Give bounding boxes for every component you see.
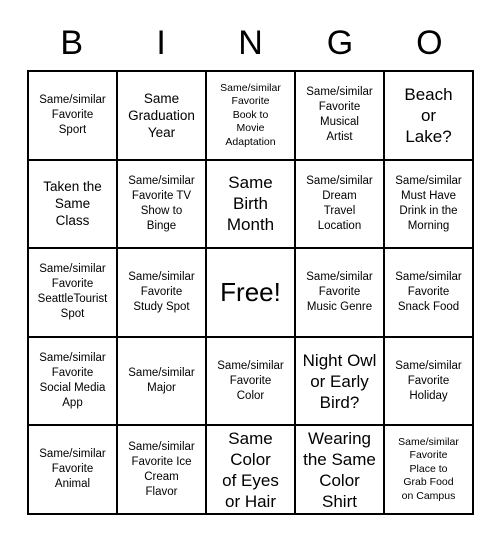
bingo-cell-r1c3[interactable]: Same/similar Favorite Book to Movie Adap… xyxy=(207,72,296,161)
bingo-header: BINGO xyxy=(27,18,474,68)
bingo-header-letter-i: I xyxy=(156,24,166,62)
bingo-cell-label: Same/similar Favorite Music Genre xyxy=(306,270,373,313)
bingo-cell-label: Same/similar Favorite TV Show to Binge xyxy=(128,174,195,232)
bingo-cell-r2c2[interactable]: Same/similar Favorite TV Show to Binge xyxy=(118,160,207,250)
bingo-cell-r3c5[interactable]: Same/similar Favorite Snack Food xyxy=(385,249,474,338)
bingo-cell-r1c5[interactable]: Beach or Lake? xyxy=(385,72,474,161)
bingo-cell-label: Taken the Same Class xyxy=(43,179,102,229)
bingo-header-letter-b: B xyxy=(60,24,84,62)
bingo-cell-r2c1[interactable]: Taken the Same Class xyxy=(29,160,118,250)
bingo-cell-label: Same Color of Eyes or Hair xyxy=(222,428,279,511)
bingo-cell-label: Same/similar Favorite Place to Grab Food… xyxy=(398,435,459,502)
bingo-header-letter-g: G xyxy=(326,24,354,62)
bingo-card: B I N G O Same/similar Favorite Sport Same Gr… xyxy=(0,0,501,544)
bingo-cell-r5c5[interactable]: Same/similar Favorite Place to Grab Food… xyxy=(385,426,474,515)
bingo-cell-label: Night Owl or Early Bird? xyxy=(302,350,377,412)
bingo-cell-label: Same/similar Favorite Social Media App xyxy=(39,352,106,410)
bingo-cell-r4c1[interactable]: Same/similar Favorite Social Media App xyxy=(29,337,118,427)
bingo-cell-r1c4[interactable]: Same/similar Favorite Musical Artist xyxy=(296,72,385,161)
bingo-cell-label: Free! xyxy=(220,277,281,308)
bingo-free-space[interactable]: Free! xyxy=(207,249,296,338)
bingo-cell-r3c4[interactable]: Same/similar Favorite Music Genre xyxy=(296,249,385,338)
bingo-cell-r5c3[interactable]: Same Color of Eyes or Hair xyxy=(207,426,296,515)
bingo-cell-r3c2[interactable]: Same/similar Favorite Study Spot xyxy=(118,249,207,338)
bingo-cell-label: Same/similar Favorite Study Spot xyxy=(128,270,195,313)
bingo-cell-label: Same Birth Month xyxy=(226,173,275,235)
bingo-cell-r1c1[interactable]: Same/similar Favorite Sport xyxy=(29,72,118,161)
bingo-cell-label: Same/similar Favorite Book to Movie Adap… xyxy=(220,81,281,148)
bingo-cell-label: Same/similar Must Have Drink in the Morn… xyxy=(395,174,462,232)
bingo-cell-label: Same/similar Favorite SeattleTourist Spo… xyxy=(37,263,108,321)
bingo-cell-r2c5[interactable]: Same/similar Must Have Drink in the Morn… xyxy=(385,160,474,250)
bingo-cell-label: Wearing the Same Color Shirt xyxy=(303,428,376,511)
bingo-cell-r3c1[interactable]: Same/similar Favorite SeattleTourist Spo… xyxy=(29,249,118,338)
bingo-cell-r4c2[interactable]: Same/similar Major xyxy=(118,337,207,427)
bingo-cell-r2c4[interactable]: Same/similar Dream Travel Location xyxy=(296,160,385,250)
bingo-header-letter-o: O xyxy=(416,24,443,62)
bingo-cell-r5c2[interactable]: Same/similar Favorite Ice Cream Flavor xyxy=(118,426,207,515)
bingo-cell-r5c4[interactable]: Wearing the Same Color Shirt xyxy=(296,426,385,515)
bingo-cell-r4c4[interactable]: Night Owl or Early Bird? xyxy=(296,337,385,427)
bingo-cell-label: Same/similar Favorite Holiday xyxy=(395,359,462,402)
bingo-cell-label: Same/similar Major xyxy=(128,367,195,395)
bingo-cell-r4c5[interactable]: Same/similar Favorite Holiday xyxy=(385,337,474,427)
bingo-cell-label: Same/similar Favorite Ice Cream Flavor xyxy=(128,440,195,498)
bingo-grid: Same/similar Favorite Sport Same Graduati… xyxy=(27,70,474,515)
bingo-cell-label: Same/similar Favorite Sport xyxy=(39,93,106,136)
bingo-cell-label: Same/similar Favorite Color xyxy=(217,359,284,402)
bingo-cell-label: Beach or Lake? xyxy=(404,84,453,146)
bingo-cell-r1c2[interactable]: Same Graduation Year xyxy=(118,72,207,161)
bingo-cell-r5c1[interactable]: Same/similar Favorite Animal xyxy=(29,426,118,515)
bingo-cell-label: Same Graduation Year xyxy=(128,90,195,140)
bingo-cell-label: Same/similar Favorite Musical Artist xyxy=(306,86,373,144)
bingo-cell-label: Same/similar Favorite Snack Food xyxy=(395,270,462,313)
bingo-cell-label: Same/similar Dream Travel Location xyxy=(306,174,373,232)
bingo-cell-r2c3[interactable]: Same Birth Month xyxy=(207,160,296,250)
bingo-cell-label: Same/similar Favorite Animal xyxy=(39,448,106,491)
bingo-header-letter-n: N xyxy=(238,24,263,62)
bingo-cell-r4c3[interactable]: Same/similar Favorite Color xyxy=(207,337,296,427)
